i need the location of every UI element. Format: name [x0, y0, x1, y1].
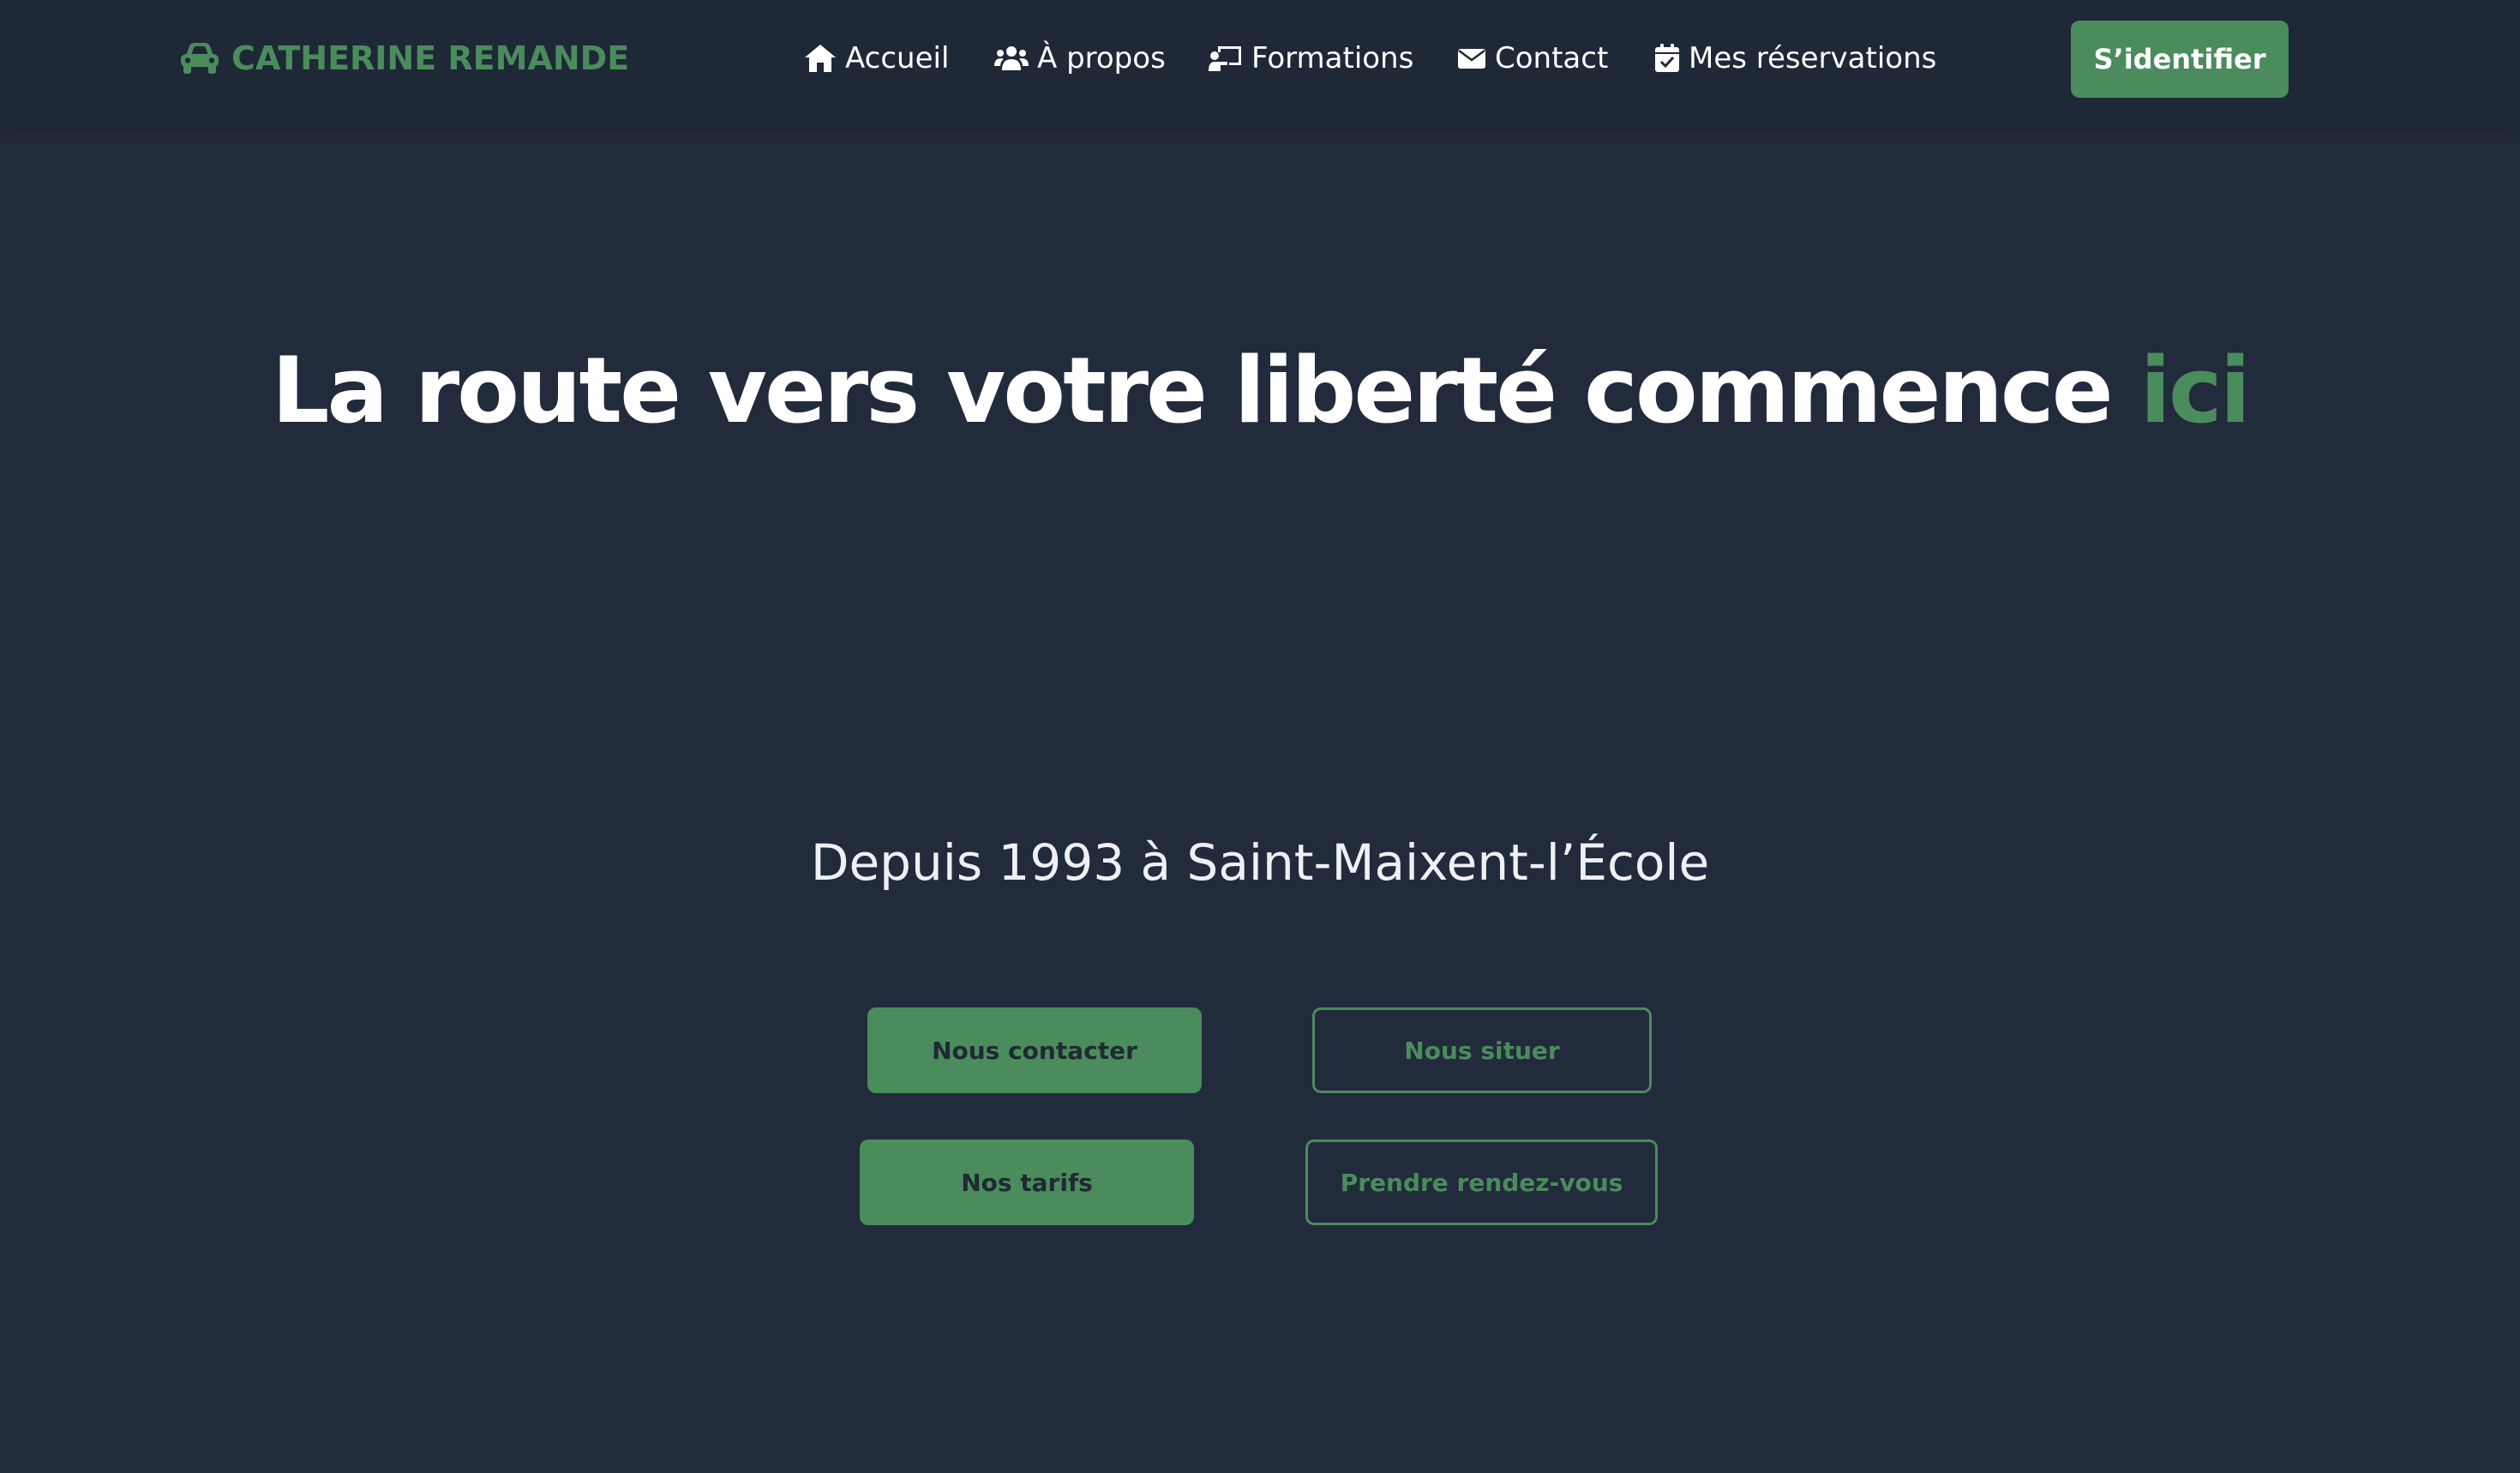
hero-title: La route vers votre liberté commence ici [0, 333, 2520, 449]
nav-item-label: À propos [1037, 41, 1166, 75]
nav-item-a-propos[interactable]: À propos [994, 36, 1166, 81]
users-icon [994, 45, 1029, 72]
nav-item-formations[interactable]: Formations [1209, 36, 1413, 81]
login-button[interactable]: S’identifier [2071, 21, 2289, 98]
brand-name: CATHERINE REMANDE [231, 39, 630, 77]
prices-button[interactable]: Nos tarifs [860, 1139, 1194, 1225]
nav-item-label: Accueil [845, 41, 950, 75]
home-icon [804, 44, 837, 73]
locate-button[interactable]: Nous situer [1312, 1007, 1652, 1093]
nav-item-label: Contact [1495, 41, 1609, 75]
hero-title-accent: ici [2139, 338, 2252, 443]
nav-item-label: Mes réservations [1689, 41, 1937, 75]
car-icon [178, 41, 221, 75]
calendar-check-icon [1654, 44, 1680, 73]
contact-button[interactable]: Nous contacter [867, 1007, 1202, 1093]
hero-subtitle: Depuis 1993 à Saint-Maixent-l’École [810, 833, 1710, 892]
nav-item-mes-reservations[interactable]: Mes réservations [1654, 36, 1936, 81]
chalkboard-teacher-icon [1209, 45, 1243, 72]
brand-logo[interactable]: CATHERINE REMANDE [178, 36, 629, 81]
appointment-button[interactable]: Prendre rendez-vous [1305, 1139, 1658, 1225]
navbar: CATHERINE REMANDE Accueil À propos Forma… [0, 0, 2520, 127]
hero-title-main: La route vers votre liberté commence [271, 338, 2114, 443]
nav-item-accueil[interactable]: Accueil [804, 36, 949, 81]
envelope-icon [1457, 46, 1486, 70]
nav-item-contact[interactable]: Contact [1457, 36, 1608, 81]
nav-item-label: Formations [1251, 41, 1414, 75]
